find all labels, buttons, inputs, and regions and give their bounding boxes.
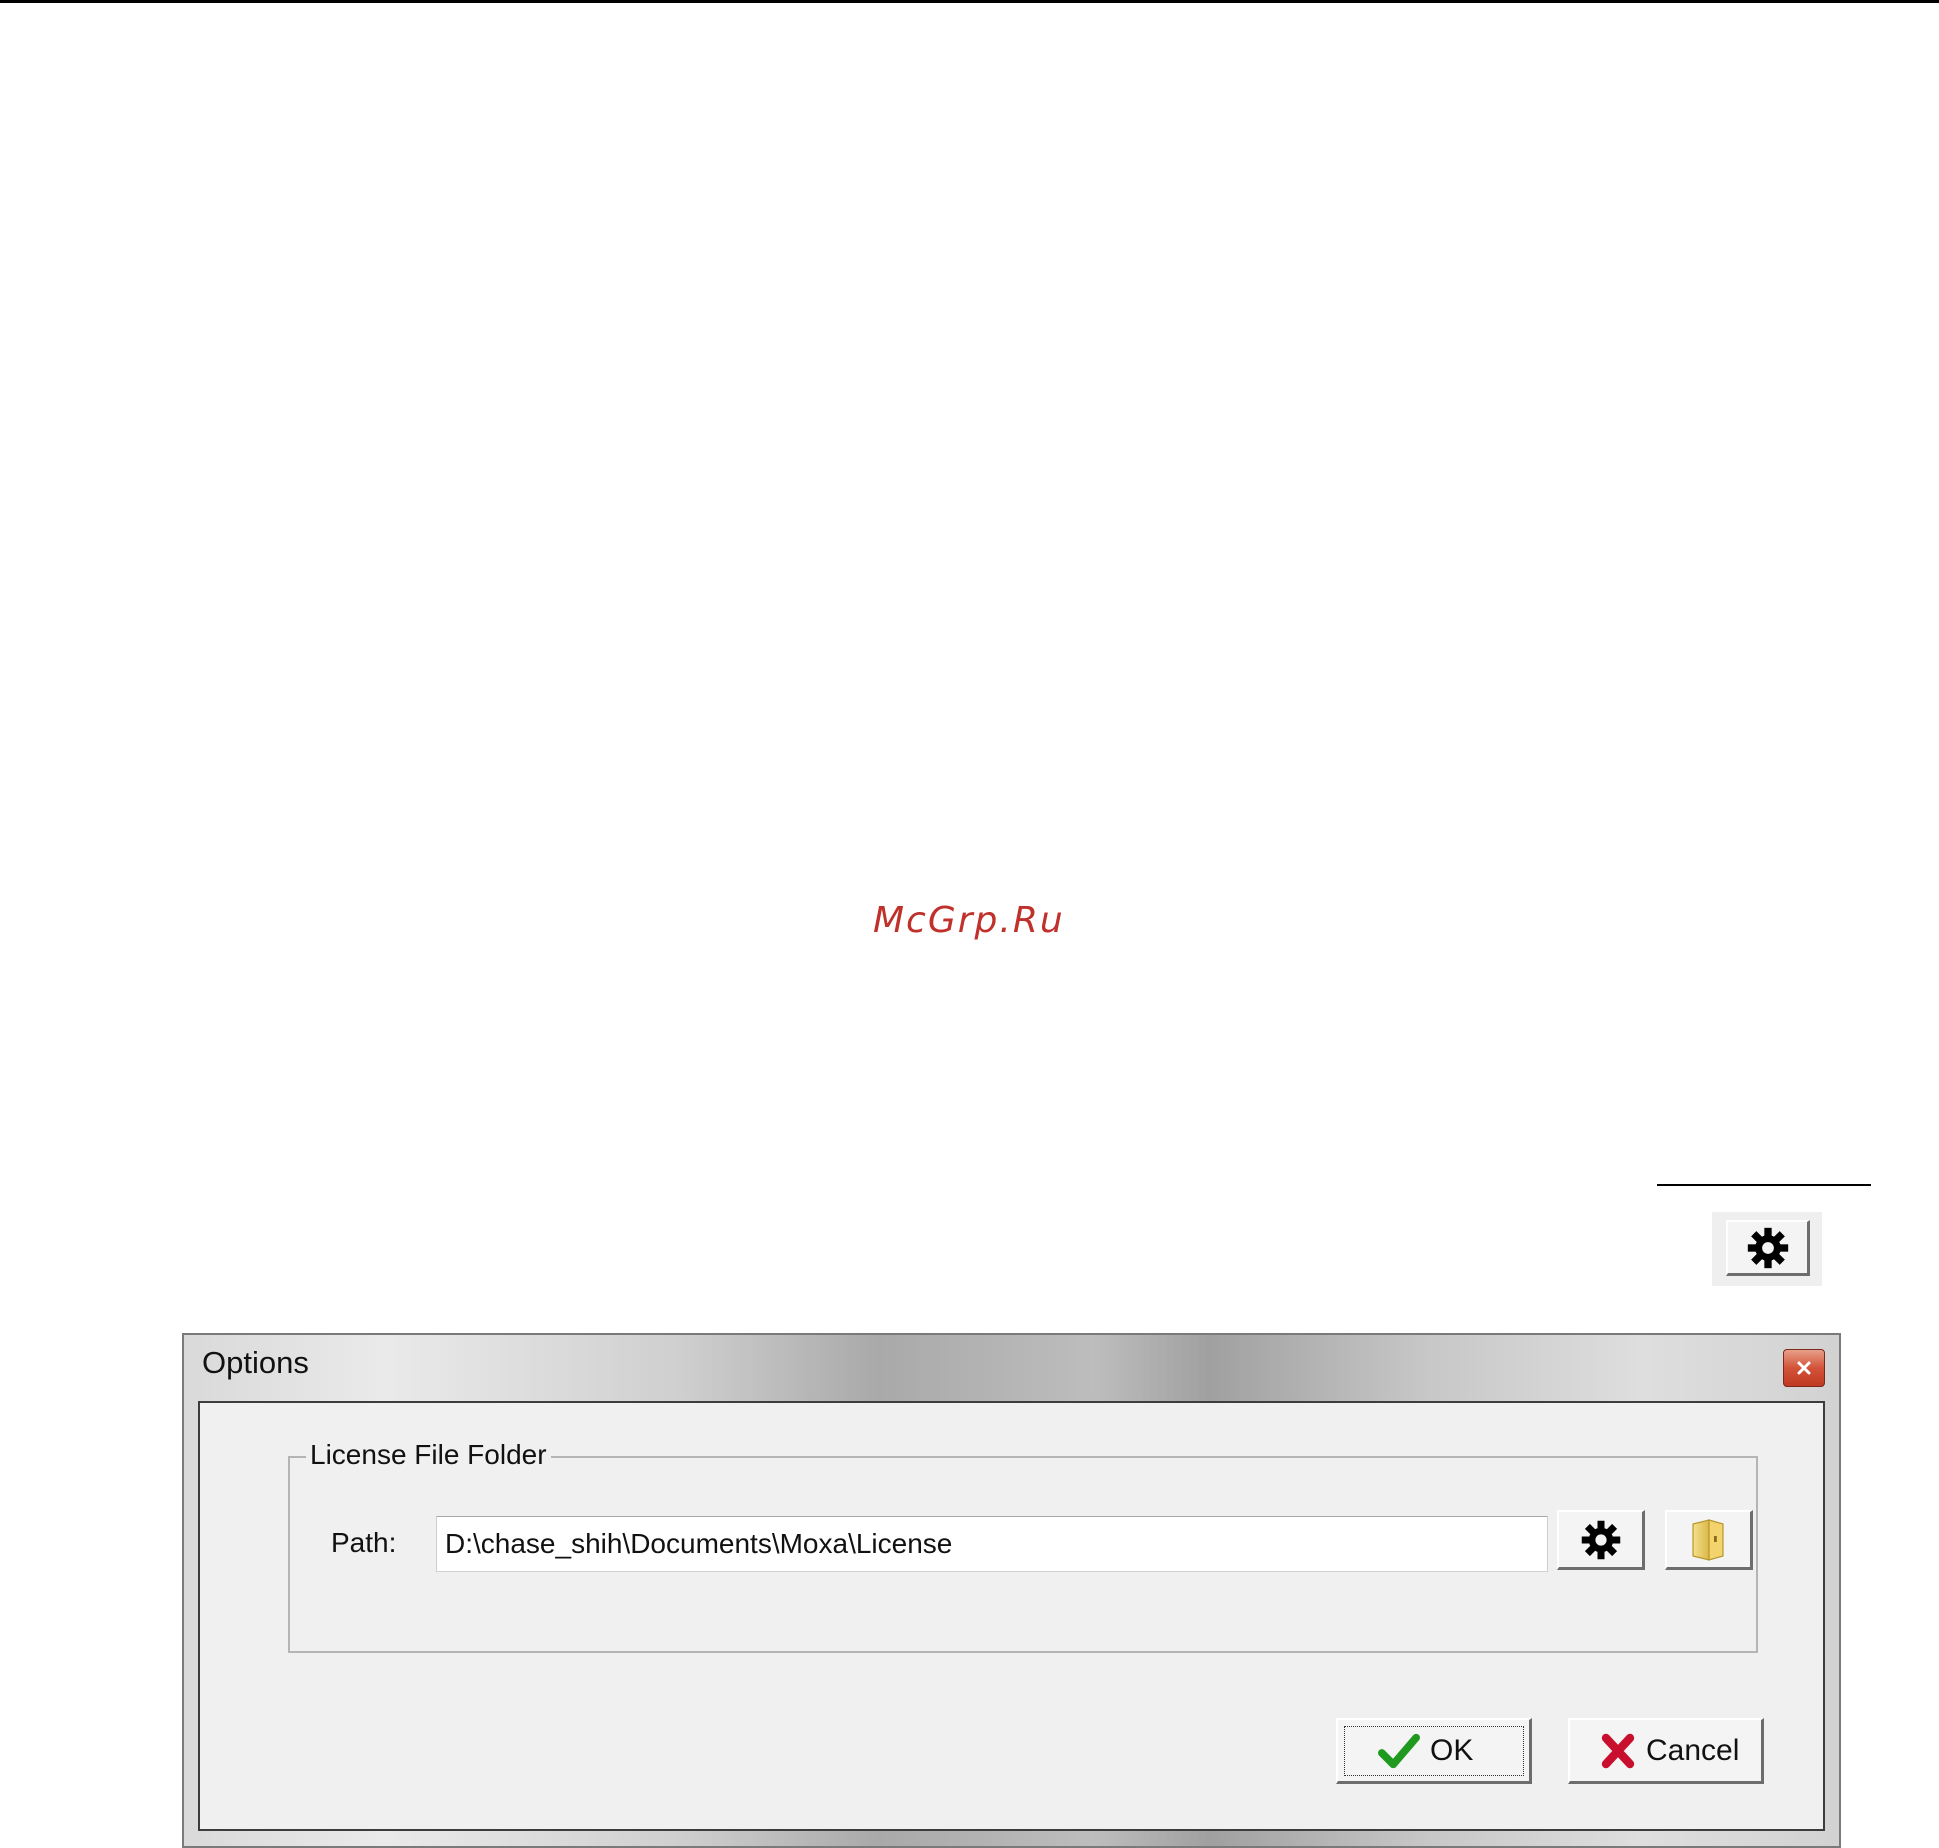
close-icon xyxy=(1797,1361,1811,1375)
checkmark-icon xyxy=(1378,1733,1420,1768)
gear-icon xyxy=(1581,1520,1620,1559)
toolbar-gear-button[interactable] xyxy=(1726,1220,1810,1276)
browse-folder-button[interactable] xyxy=(1665,1510,1753,1570)
ok-button[interactable]: OK xyxy=(1336,1718,1532,1784)
options-dialog: Options License File Folder Path: D:\cha… xyxy=(182,1333,1841,1848)
path-settings-button[interactable] xyxy=(1557,1510,1645,1570)
cancel-label: Cancel xyxy=(1646,1733,1740,1767)
ok-label: OK xyxy=(1430,1733,1474,1767)
group-legend: License File Folder xyxy=(306,1439,551,1471)
folder-icon xyxy=(1691,1518,1724,1561)
gear-icon xyxy=(1747,1227,1788,1268)
top-rule xyxy=(0,0,1939,3)
dialog-titlebar[interactable]: Options xyxy=(184,1335,1839,1397)
dialog-title: Options xyxy=(202,1345,309,1380)
x-mark-icon xyxy=(1601,1733,1635,1768)
close-button[interactable] xyxy=(1783,1349,1825,1387)
path-label: Path: xyxy=(331,1527,397,1558)
section-rule xyxy=(1657,1184,1871,1186)
cancel-button[interactable]: Cancel xyxy=(1568,1718,1764,1784)
path-input[interactable] xyxy=(436,1516,1548,1572)
dialog-body: License File Folder Path: D:\chase_shih\… xyxy=(198,1401,1825,1831)
watermark: McGrp.Ru xyxy=(873,900,1065,941)
